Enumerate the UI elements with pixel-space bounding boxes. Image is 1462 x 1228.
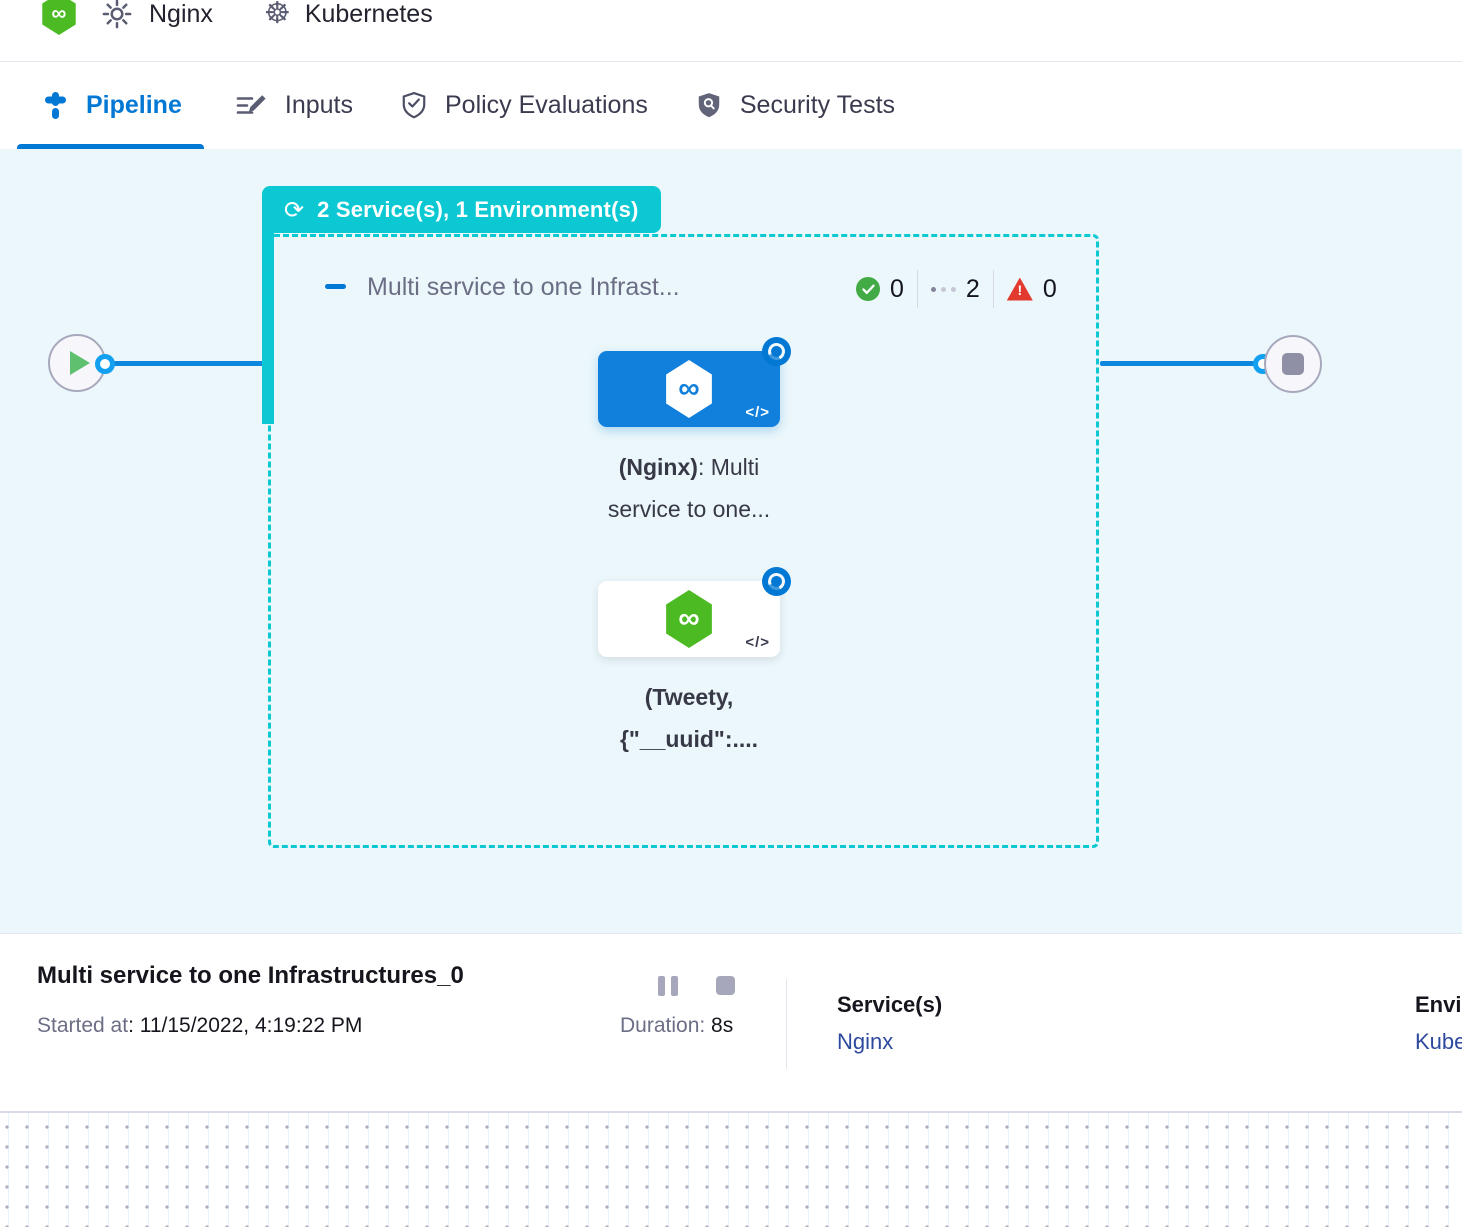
breadcrumb: ∞ Nginx ☸ Kubernetes: [0, 0, 1462, 62]
failed-count-value: 0: [1043, 275, 1057, 304]
started-at-label: Started at: [37, 1014, 128, 1037]
tab-security-tests[interactable]: Security Tests: [696, 62, 895, 149]
harness-logo-icon[interactable]: ∞: [40, 0, 78, 35]
shield-scan-icon: [696, 92, 722, 120]
success-count-value: 0: [890, 275, 904, 304]
tab-inputs[interactable]: Inputs: [236, 62, 353, 149]
pipeline-execution-page: ∞ Nginx ☸ Kubernetes Pipeline Inputs: [0, 0, 1462, 1228]
harness-logo-glyph: ∞: [52, 2, 67, 26]
pipeline-icon: [43, 92, 68, 119]
stage-label-tweety-bold: (Tweety,: [645, 684, 734, 710]
connector-line-left: [106, 361, 268, 366]
abort-button[interactable]: [716, 976, 735, 995]
services-column: Service(s) Nginx: [837, 992, 942, 1055]
stage-label-nginx-bold: (Nginx): [619, 454, 698, 480]
breadcrumb-environment-name[interactable]: Kubernetes: [305, 0, 433, 29]
tab-pipeline[interactable]: Pipeline: [37, 62, 188, 149]
stop-icon: [1282, 353, 1304, 375]
running-count: 2: [918, 275, 993, 304]
running-dots-icon: [931, 287, 956, 292]
services-link[interactable]: Nginx: [837, 1029, 942, 1055]
pause-icon: [671, 976, 678, 996]
harness-logo-glyph: ∞: [678, 372, 699, 406]
inputs-icon: [236, 94, 267, 118]
warning-triangle-icon: !: [1007, 278, 1033, 301]
connector-dot-left: [95, 354, 115, 374]
services-label: Service(s): [837, 992, 942, 1018]
tab-inputs-label: Inputs: [285, 91, 353, 120]
tab-pipeline-label: Pipeline: [86, 91, 182, 120]
code-chip-icon: </>: [745, 634, 770, 651]
started-at: Started at: 11/15/2022, 4:19:22 PM: [37, 1014, 362, 1038]
kubernetes-icon: ☸: [264, 0, 291, 29]
execution-footer: Multi service to one Infrastructures_0 S…: [0, 933, 1462, 1111]
kubernetes-glyph: ☸: [264, 0, 291, 31]
running-spinner-badge: [762, 337, 791, 366]
play-icon: [70, 351, 90, 375]
stage-label-tweety[interactable]: (Tweety, {"__uuid":....: [544, 676, 834, 760]
harness-stage-icon: ∞: [663, 590, 715, 648]
duration: Duration: 8s: [620, 1014, 733, 1038]
environments-label: Environment(s): [1415, 992, 1462, 1018]
stage-node-nginx[interactable]: ∞ </>: [598, 351, 780, 427]
breadcrumb-service-name[interactable]: Nginx: [149, 0, 213, 29]
tab-security-tests-label: Security Tests: [740, 91, 895, 120]
started-at-value: : 11/15/2022, 4:19:22 PM: [128, 1014, 362, 1037]
stage-node-tweety[interactable]: ∞ </>: [598, 581, 780, 657]
success-count: 0: [843, 275, 917, 304]
status-counts: 0 2 ! 0: [843, 270, 1070, 308]
stage-group-badge-label: 2 Service(s), 1 Environment(s): [317, 197, 638, 223]
harness-logo-glyph: ∞: [678, 602, 699, 636]
duration-label: Duration:: [620, 1014, 711, 1037]
failed-count: ! 0: [994, 275, 1070, 304]
stage-group-badge[interactable]: ⟳ 2 Service(s), 1 Environment(s): [262, 186, 661, 233]
shield-check-icon: [401, 92, 427, 120]
console-grid-area[interactable]: [0, 1111, 1462, 1227]
stage-group-title[interactable]: Multi service to one Infrast...: [367, 273, 680, 302]
code-chip-icon: </>: [745, 404, 770, 421]
tab-bar: Pipeline Inputs Policy Evaluations Secur…: [0, 62, 1462, 149]
footer-divider: [786, 979, 787, 1069]
stage-label-nginx[interactable]: (Nginx): Multi service to one...: [544, 446, 834, 530]
sync-loop-icon: ⟳: [284, 198, 304, 222]
pause-button[interactable]: [658, 976, 678, 996]
end-node[interactable]: [1264, 335, 1322, 393]
stage-label-nginx-line2: service to one...: [608, 496, 770, 522]
connector-line-right: [1100, 361, 1257, 366]
pipeline-canvas[interactable]: ⟳ 2 Service(s), 1 Environment(s) Multi s…: [0, 149, 1462, 933]
running-spinner-badge: [762, 567, 791, 596]
harness-stage-icon: ∞: [663, 360, 715, 418]
sync-glyph: ⟳: [284, 196, 304, 224]
collapse-minus-icon[interactable]: [325, 284, 346, 289]
pause-icon: [658, 976, 665, 996]
tab-policy-evaluations-label: Policy Evaluations: [445, 91, 648, 120]
environments-column: Environment(s) Kubernetes: [1415, 992, 1462, 1055]
stage-label-tweety-line2: {"__uuid":....: [620, 726, 758, 752]
stage-label-nginx-rest: : Multi: [698, 454, 759, 480]
gear-icon: [102, 0, 132, 29]
check-circle-icon: [856, 277, 880, 301]
tab-policy-evaluations[interactable]: Policy Evaluations: [401, 62, 648, 149]
running-count-value: 2: [966, 275, 980, 304]
execution-title: Multi service to one Infrastructures_0: [37, 962, 464, 990]
duration-value: 8s: [711, 1014, 733, 1037]
environments-link[interactable]: Kubernetes: [1415, 1029, 1462, 1055]
